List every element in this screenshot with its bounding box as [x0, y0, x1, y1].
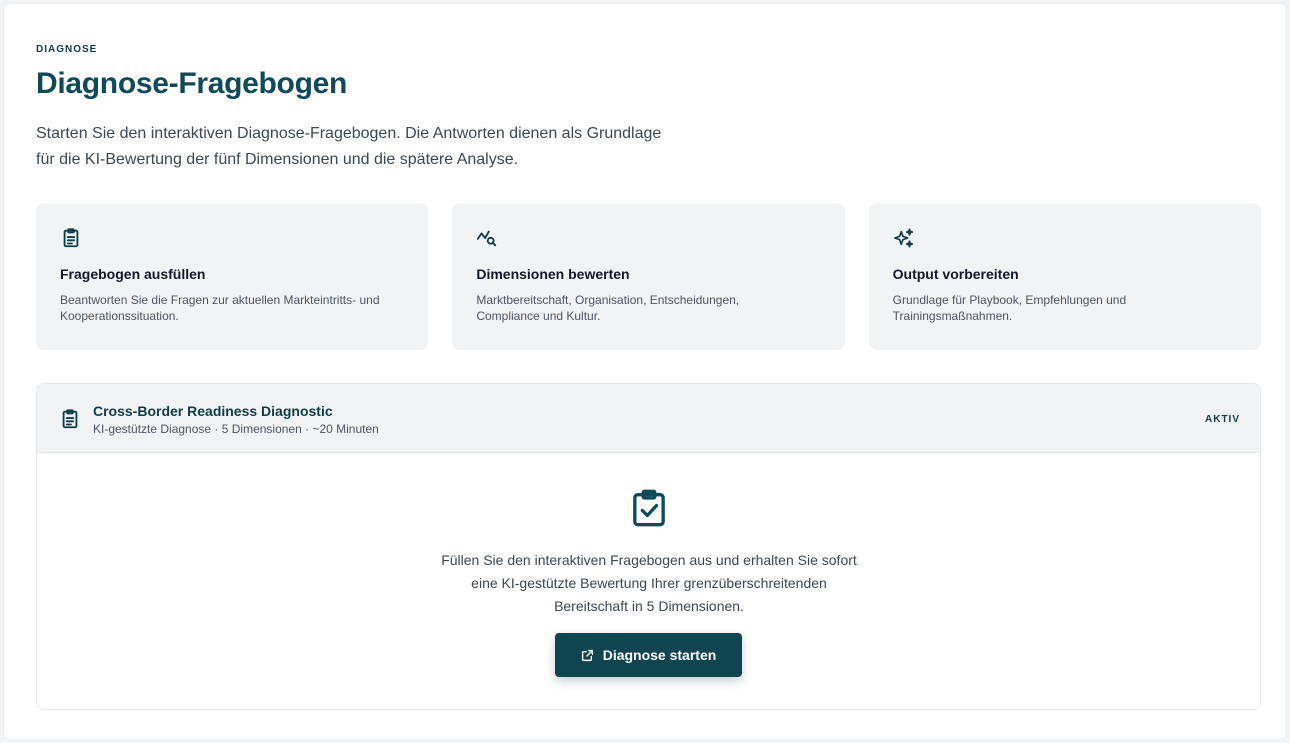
card-desc-line-1: Marktbereitschaft, Organisation, Entsche…: [476, 293, 740, 307]
page-intro: Starten Sie den interaktiven Diagnose-Fr…: [36, 121, 726, 173]
section-eyebrow: DIAGNOSE: [36, 44, 98, 55]
panel-header: Cross-Border Readiness Diagnostic KI-ges…: [37, 384, 1260, 453]
panel-description: Füllen Sie den interaktiven Fragebogen a…: [417, 549, 881, 618]
card-title: Dimensionen bewerten: [476, 266, 630, 282]
card-description: Marktbereitschaft, Organisation, Entsche…: [476, 292, 820, 324]
diagnostic-panel: Cross-Border Readiness Diagnostic KI-ges…: [36, 383, 1261, 710]
clipboard-check-icon: [633, 489, 665, 527]
card-fragebogen: Fragebogen ausfüllen Beantworten Sie die…: [36, 203, 429, 350]
clipboard-icon: [63, 228, 79, 248]
card-output: Output vorbereiten Grundlage für Playboo…: [868, 203, 1261, 350]
panel-desc-line-3: Bereitschaft in 5 Dimensionen.: [554, 598, 744, 614]
page-title: Diagnose-Fragebogen: [36, 67, 347, 100]
panel-desc-line-1: Füllen Sie den interaktiven Fragebogen a…: [441, 552, 857, 568]
chart-search-icon: [477, 230, 497, 247]
panel-body: Füllen Sie den interaktiven Fragebogen a…: [37, 453, 1260, 709]
card-desc-line-1: Grundlage für Playbook, Empfehlungen und: [892, 293, 1127, 307]
card-desc-line-2: Kooperationssituation.: [60, 309, 179, 323]
status-badge: AKTIV: [1205, 414, 1240, 425]
start-diagnosis-button[interactable]: Diagnose starten: [555, 633, 742, 677]
diagnose-page: DIAGNOSE Diagnose-Fragebogen Starten Sie…: [3, 3, 1287, 740]
start-diagnosis-label: Diagnose starten: [602, 647, 717, 663]
intro-line-2: für die KI-Bewertung der fünf Dimensione…: [36, 151, 519, 168]
sparkles-icon: [893, 228, 913, 248]
card-desc-line-1: Beantworten Sie die Fragen zur aktuellen…: [60, 293, 380, 307]
intro-line-1: Starten Sie den interaktiven Diagnose-Fr…: [36, 125, 662, 142]
clipboard-icon: [62, 409, 78, 429]
card-dimensionen: Dimensionen bewerten Marktbereitschaft, …: [452, 203, 845, 350]
panel-subtitle: KI-gestützte Diagnose · 5 Dimensionen · …: [93, 422, 379, 436]
info-cards: Fragebogen ausfüllen Beantworten Sie die…: [36, 203, 1261, 350]
panel-title: Cross-Border Readiness Diagnostic: [93, 403, 333, 419]
card-title: Output vorbereiten: [892, 266, 1019, 282]
card-title: Fragebogen ausfüllen: [60, 266, 206, 282]
card-description: Grundlage für Playbook, Empfehlungen und…: [893, 292, 1237, 324]
card-desc-line-2: Compliance und Kultur.: [476, 309, 601, 323]
card-description: Beantworten Sie die Fragen zur aktuellen…: [60, 292, 404, 324]
external-link-icon: [581, 649, 593, 661]
card-desc-line-2: Trainingsmaßnahmen.: [892, 309, 1013, 323]
panel-desc-line-2: eine KI-gestützte Bewertung Ihrer grenzü…: [471, 575, 827, 591]
